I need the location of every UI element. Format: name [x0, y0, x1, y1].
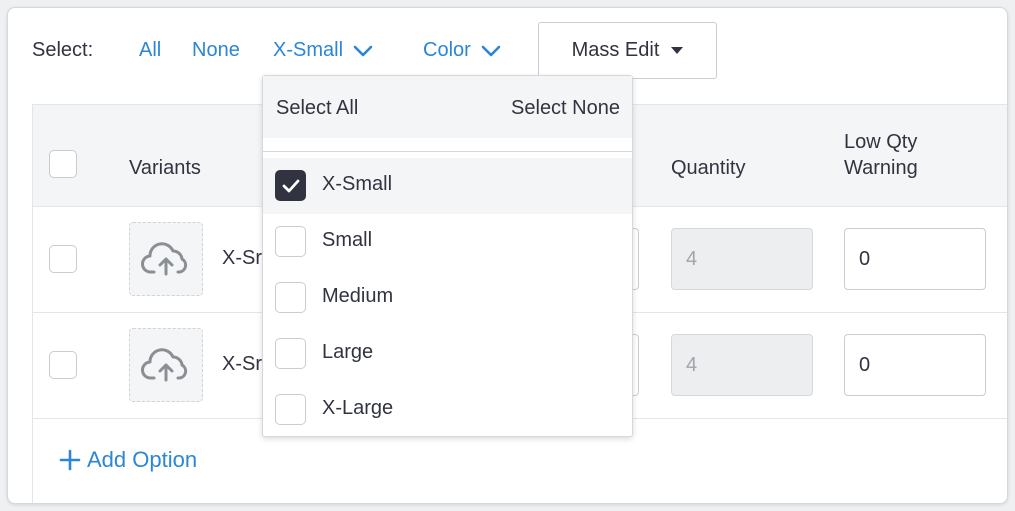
color-filter-label: Color	[423, 39, 471, 61]
caret-down-icon	[671, 47, 684, 54]
image-upload-thumbnail[interactable]	[129, 328, 203, 402]
column-header-quantity: Quantity	[671, 157, 746, 179]
menu-item-small[interactable]: Small	[263, 214, 632, 270]
select-label: Select:	[32, 39, 94, 61]
select-all-rows-checkbox[interactable]	[49, 150, 77, 178]
select-all-link[interactable]: All	[139, 39, 161, 62]
size-filter-dropdown[interactable]: X-Small	[273, 39, 373, 62]
column-header-variants: Variants	[129, 157, 201, 179]
add-option-label: Add Option	[87, 447, 198, 472]
variant-name: X-Sr	[222, 353, 262, 375]
mass-edit-label: Mass Edit	[571, 39, 660, 61]
low-qty-warning-field[interactable]: 0	[844, 228, 986, 290]
menu-item-medium[interactable]: Medium	[263, 270, 632, 326]
menu-item-checkbox[interactable]	[275, 170, 306, 201]
checkmark-icon	[282, 179, 299, 192]
menu-item-label: Large	[322, 341, 374, 363]
menu-select-all[interactable]: Select All	[276, 97, 358, 120]
menu-item-label: Medium	[322, 285, 394, 307]
row-checkbox[interactable]	[49, 351, 77, 379]
menu-item-checkbox[interactable]	[275, 226, 306, 257]
menu-item-x-small[interactable]: X-Small	[263, 158, 632, 214]
chevron-down-icon	[353, 45, 373, 56]
size-filter-menu: Select All Select None X-Small Small Med…	[262, 75, 633, 437]
add-option-button[interactable]: Add Option	[59, 447, 197, 473]
low-qty-warning-field[interactable]: 0	[844, 334, 986, 396]
cloud-upload-icon	[141, 348, 188, 382]
select-all-link-label: All	[139, 39, 162, 61]
row-checkbox[interactable]	[49, 245, 77, 273]
plus-icon	[59, 449, 81, 471]
column-header-low-qty-line1: Low Qty	[844, 131, 918, 153]
menu-item-large[interactable]: Large	[263, 326, 632, 382]
variants-card: Select: All None X-Small Color Mass Edit…	[7, 7, 1008, 504]
quantity-field: 4	[671, 334, 813, 396]
menu-item-x-large[interactable]: X-Large	[263, 382, 632, 438]
image-upload-thumbnail[interactable]	[129, 222, 203, 296]
mass-edit-button[interactable]: Mass Edit	[538, 22, 717, 79]
color-filter-dropdown[interactable]: Color	[423, 39, 501, 62]
menu-item-checkbox[interactable]	[275, 338, 306, 369]
cloud-upload-icon	[141, 242, 188, 276]
menu-item-checkbox[interactable]	[275, 394, 306, 425]
menu-item-label: X-Small	[322, 173, 393, 195]
column-header-low-qty-line2: Warning	[844, 157, 918, 179]
menu-divider	[263, 151, 632, 152]
select-none-link-label: None	[192, 39, 240, 61]
menu-header: Select All Select None	[263, 76, 632, 138]
select-none-link[interactable]: None	[192, 39, 240, 62]
size-filter-label: X-Small	[273, 39, 344, 61]
chevron-down-icon	[481, 45, 501, 56]
menu-item-label: X-Large	[322, 397, 394, 419]
quantity-field: 4	[671, 228, 813, 290]
menu-item-label: Small	[322, 229, 373, 251]
menu-item-checkbox[interactable]	[275, 282, 306, 313]
menu-select-none[interactable]: Select None	[511, 97, 620, 120]
variant-name: X-Sr	[222, 247, 262, 269]
